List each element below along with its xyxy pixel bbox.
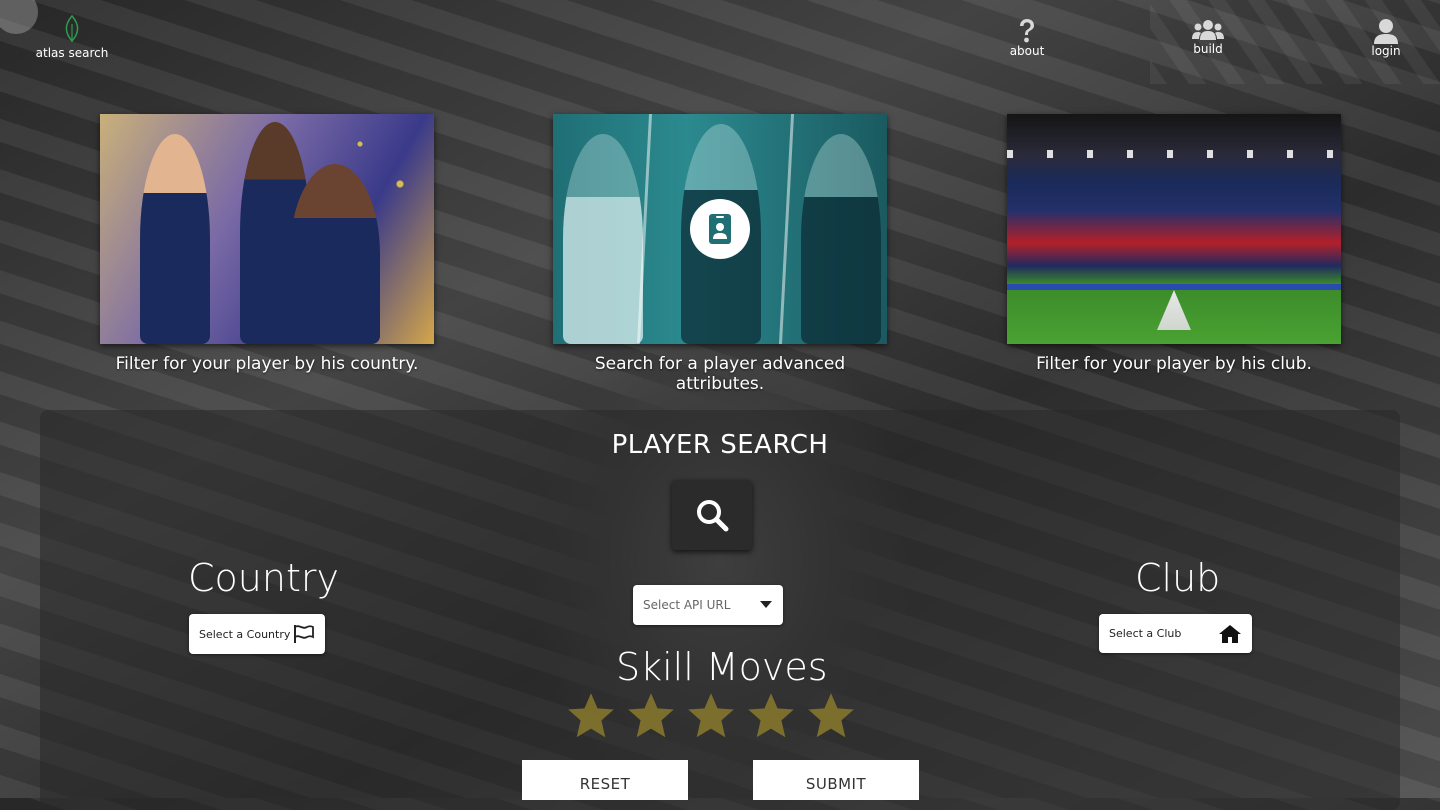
star-icon[interactable]: [684, 690, 738, 742]
search-button[interactable]: [672, 480, 752, 550]
card-country[interactable]: Filter for your player by his country.: [100, 114, 434, 374]
card-attributes[interactable]: Search for a player advanced attributes.: [553, 114, 887, 394]
card-club[interactable]: Filter for your player by his club.: [1007, 114, 1341, 374]
stadium-image: [1007, 114, 1341, 344]
api-url-select[interactable]: Select API URL: [633, 585, 783, 625]
logo[interactable]: atlas search: [34, 14, 110, 60]
star-players-image: [553, 114, 887, 344]
star-icon[interactable]: [744, 690, 798, 742]
star-icon[interactable]: [804, 690, 858, 742]
card-attributes-caption: Search for a player advanced attributes.: [594, 354, 846, 394]
star-icon[interactable]: [624, 690, 678, 742]
id-badge-icon: [709, 214, 731, 244]
id-badge-button[interactable]: [690, 199, 750, 259]
club-title: Club: [1135, 556, 1221, 600]
nav-build[interactable]: build: [1178, 18, 1238, 56]
caret-down-icon: [760, 601, 772, 608]
country-select[interactable]: Select a Country: [189, 614, 325, 654]
skill-moves-rating[interactable]: [564, 690, 858, 742]
country-select-label: Select a Country: [199, 627, 291, 641]
user-icon: [1374, 19, 1398, 44]
leaf-icon: [65, 14, 79, 43]
card-club-caption: Filter for your player by his club.: [1036, 354, 1312, 374]
nav-login[interactable]: login: [1356, 18, 1416, 58]
flag-icon: [294, 625, 314, 643]
top-navigation: atlas search about build login: [0, 0, 1440, 84]
card-country-caption: Filter for your player by his country.: [115, 354, 419, 374]
player-search-title: PLAYER SEARCH: [611, 430, 829, 460]
country-players-image: [100, 114, 434, 344]
nav-about-label: about: [1009, 44, 1045, 58]
club-select-label: Select a Club: [1109, 627, 1182, 640]
api-url-select-label: Select API URL: [643, 598, 731, 612]
country-title: Country: [188, 556, 339, 600]
search-icon: [697, 500, 729, 532]
nav-build-label: build: [1193, 42, 1223, 56]
skill-moves-title: Skill Moves: [616, 645, 828, 689]
users-icon: [1192, 20, 1224, 40]
question-icon: [1020, 19, 1034, 43]
nav-login-label: login: [1371, 44, 1401, 58]
star-icon[interactable]: [564, 690, 618, 742]
logo-label: atlas search: [35, 46, 109, 60]
submit-button[interactable]: SUBMIT: [753, 760, 919, 800]
reset-button[interactable]: RESET: [522, 760, 688, 800]
nav-about[interactable]: about: [997, 18, 1057, 58]
club-select[interactable]: Select a Club: [1099, 614, 1252, 653]
home-icon: [1219, 624, 1241, 643]
